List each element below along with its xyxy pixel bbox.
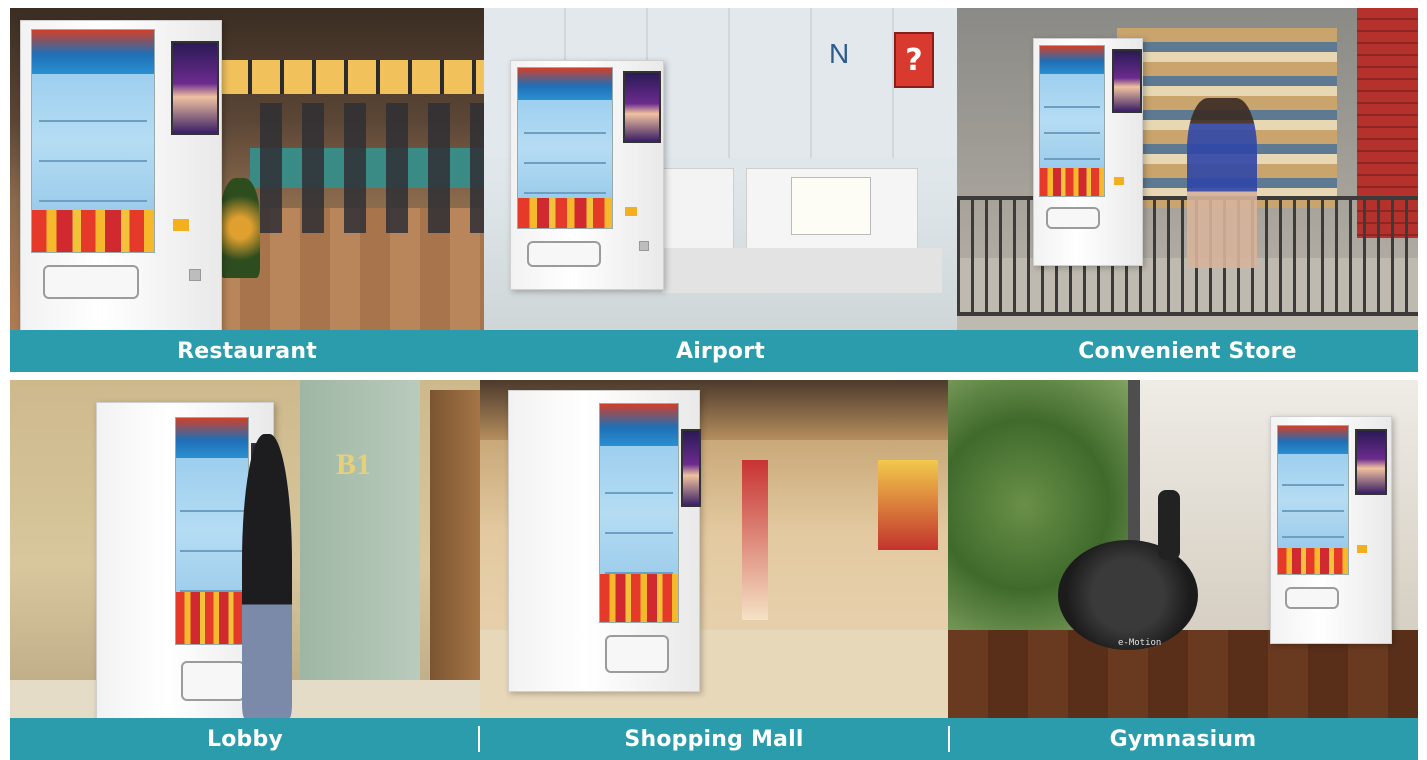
vending-machine xyxy=(1270,416,1392,644)
caption-restaurant: Restaurant xyxy=(177,338,317,364)
airport-sign-letter: N xyxy=(829,38,850,69)
menu-boards xyxy=(220,60,484,94)
bike-brand: e-Motion xyxy=(1118,638,1162,648)
caption-lobby: Lobby xyxy=(207,726,283,752)
convenient-store-photo xyxy=(957,8,1418,330)
caption-airport: Airport xyxy=(675,338,766,364)
info-kiosk-left xyxy=(662,168,734,250)
caption-bar-top: Restaurant Airport Convenient Store xyxy=(10,330,1418,372)
elevator-door xyxy=(430,390,480,700)
caption-shopping-mall: Shopping Mall xyxy=(624,726,804,752)
shopping-mall-photo xyxy=(480,380,948,718)
vending-machine xyxy=(510,60,664,290)
lobby-photo: B1 xyxy=(10,380,480,718)
pedestrians xyxy=(1187,98,1257,268)
customers-queue xyxy=(260,103,484,233)
kiosk-base xyxy=(662,248,942,293)
exercise-bike: e-Motion xyxy=(1058,490,1208,680)
info-sign: ? xyxy=(894,32,934,88)
restaurant-photo xyxy=(10,8,484,330)
caption-bar-bottom: Lobby Shopping Mall Gymnasium xyxy=(10,718,1418,760)
lobby-pillar xyxy=(300,380,420,718)
caption-convenient-store: Convenient Store xyxy=(1078,338,1297,364)
vending-machine xyxy=(508,390,701,692)
caption-gymnasium: Gymnasium xyxy=(1109,726,1257,752)
info-sign-symbol: ? xyxy=(905,42,923,78)
poster-stand xyxy=(742,460,768,620)
shop-front xyxy=(878,460,938,550)
vending-machine xyxy=(20,20,222,330)
gymnasium-photo: e-Motion xyxy=(948,380,1418,718)
info-kiosk-screen xyxy=(746,168,918,250)
potted-plant xyxy=(220,178,260,278)
vending-machine xyxy=(1033,38,1143,266)
woman-user xyxy=(242,434,292,718)
floor-sign: B1 xyxy=(336,448,372,481)
airport-photo: N ? xyxy=(484,8,957,330)
